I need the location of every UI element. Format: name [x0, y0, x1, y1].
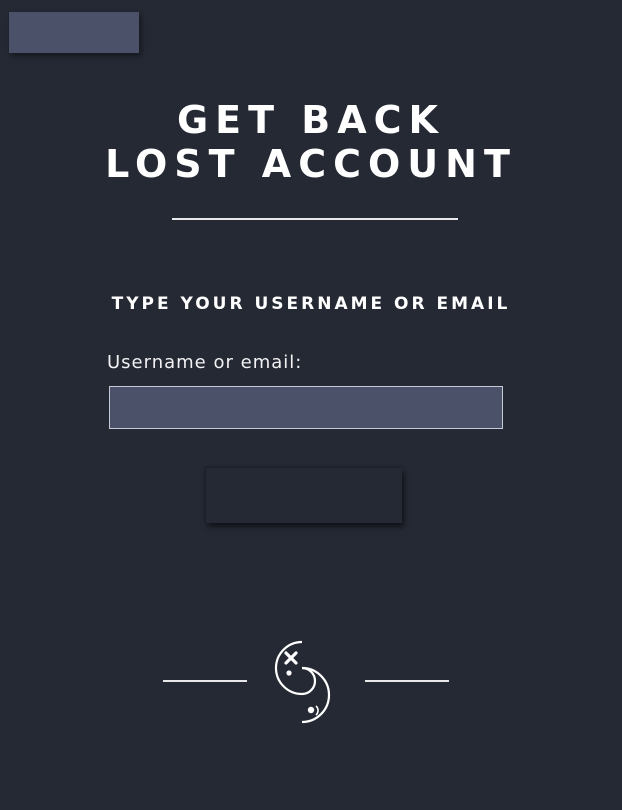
username-field-label: Username or email:: [107, 352, 303, 373]
footer-divider-right: [365, 680, 449, 682]
page-title-line-2: LOST ACCOUNT: [105, 142, 517, 186]
title-divider: [172, 218, 458, 220]
back-button[interactable]: [9, 12, 139, 53]
form-subtitle: TYPE YOUR USERNAME OR EMAIL: [111, 294, 511, 314]
footer-divider-left: [163, 680, 247, 682]
yin-yang-x-dot-icon: [274, 640, 331, 724]
submit-button[interactable]: [206, 468, 402, 523]
page: GET BACK LOST ACCOUNT TYPE YOUR USERNAME…: [0, 0, 622, 810]
page-title-line-1: GET BACK: [176, 98, 445, 142]
username-or-email-input[interactable]: [109, 386, 503, 429]
page-title: GET BACK LOST ACCOUNT: [0, 98, 622, 186]
